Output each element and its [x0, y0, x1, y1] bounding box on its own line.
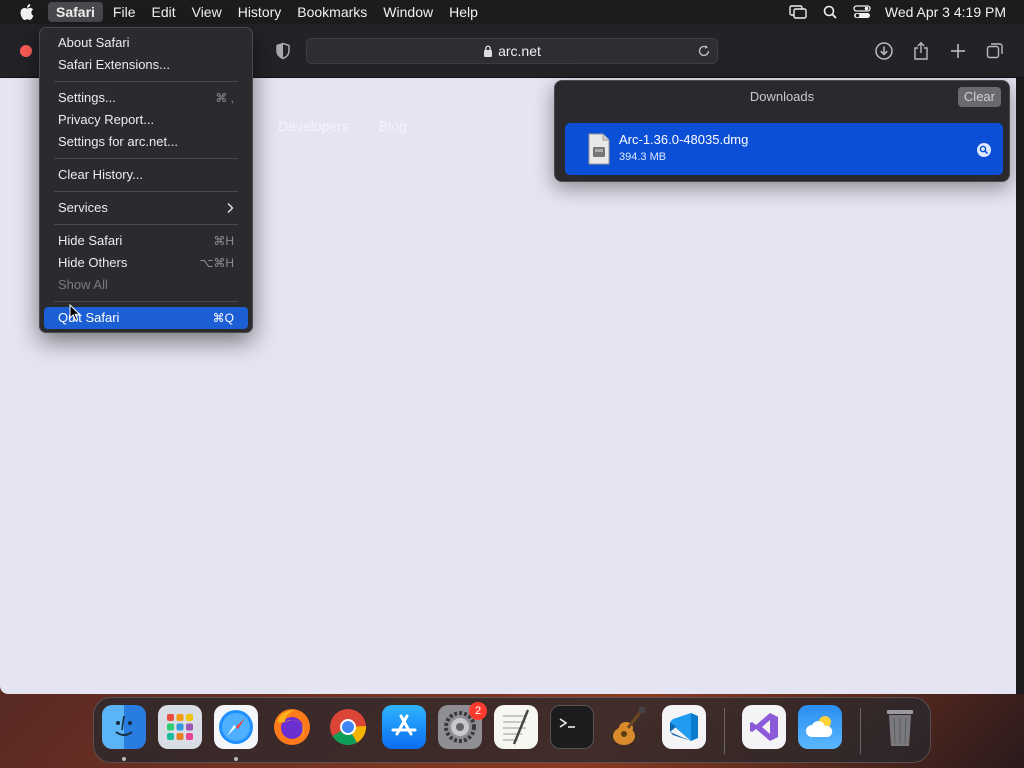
menu-settings-for-site-label: Settings for arc.net... — [58, 134, 178, 149]
mouse-cursor-icon — [69, 304, 81, 322]
menu-view[interactable]: View — [184, 0, 230, 24]
address-url: arc.net — [498, 43, 541, 59]
menu-clear-history-label: Clear History... — [58, 167, 143, 182]
dock-visual-studio-icon[interactable] — [742, 705, 786, 749]
menu-separator — [54, 224, 238, 225]
menu-hide-safari[interactable]: Hide Safari ⌘H — [44, 230, 248, 252]
downloads-icon[interactable] — [874, 41, 894, 61]
menu-services[interactable]: Services — [44, 197, 248, 219]
download-file-name: Arc-1.36.0-48035.dmg — [619, 132, 749, 147]
menu-hide-others-shortcut: ⌥⌘H — [199, 256, 235, 270]
dock-weather-icon[interactable] — [798, 705, 842, 749]
menu-separator — [54, 158, 238, 159]
lock-icon — [484, 45, 493, 57]
dock-firefox-icon[interactable] — [270, 705, 314, 749]
nav-link-blog[interactable]: Blog — [379, 118, 407, 134]
dock-garageband-icon[interactable] — [606, 705, 650, 749]
menu-window[interactable]: Window — [375, 0, 441, 24]
menu-privacy-report-label: Privacy Report... — [58, 112, 155, 127]
new-tab-icon[interactable] — [948, 41, 968, 61]
menu-settings-label: Settings... — [58, 90, 116, 105]
menu-safari-extensions-label: Safari Extensions... — [58, 57, 170, 72]
dock-finder-icon[interactable] — [102, 705, 146, 749]
menu-edit[interactable]: Edit — [143, 0, 183, 24]
reveal-in-finder-icon[interactable] — [977, 143, 991, 157]
menu-about-safari-label: About Safari — [58, 35, 130, 50]
privacy-shield-icon[interactable] — [274, 42, 292, 60]
screen-mirroring-icon[interactable] — [789, 4, 807, 20]
apple-menu-icon[interactable] — [16, 0, 38, 24]
dock-chrome-icon[interactable] — [326, 705, 370, 749]
menu-separator — [54, 191, 238, 192]
nav-link-developers[interactable]: Developers — [278, 118, 349, 134]
dock-app-store-icon[interactable] — [382, 705, 426, 749]
clear-downloads-button[interactable]: Clear — [957, 87, 1001, 107]
dock-trash-icon[interactable] — [878, 705, 922, 749]
share-icon[interactable] — [911, 41, 931, 61]
dock-running-indicator — [122, 757, 126, 761]
menu-safari-extensions[interactable]: Safari Extensions... — [44, 54, 248, 76]
menu-settings-for-site[interactable]: Settings for arc.net... — [44, 131, 248, 153]
menu-show-all: Show All — [44, 274, 248, 296]
page-nav-links: Developers Blog — [278, 118, 407, 134]
menu-services-label: Services — [58, 200, 108, 215]
menu-safari[interactable]: Safari — [48, 2, 103, 22]
menu-show-all-label: Show All — [58, 277, 108, 292]
download-file-size: 394.3 MB — [619, 151, 667, 163]
disk-image-icon — [588, 133, 610, 165]
menu-help[interactable]: Help — [441, 0, 486, 24]
menu-hide-safari-shortcut: ⌘H — [213, 234, 234, 248]
menu-about-safari[interactable]: About Safari — [44, 32, 248, 54]
window-right-edge — [1016, 78, 1024, 694]
menu-hide-others[interactable]: Hide Others ⌥⌘H — [44, 252, 248, 274]
dock-safari-icon[interactable] — [214, 705, 258, 749]
downloads-title: Downloads — [749, 89, 815, 104]
menu-clear-history[interactable]: Clear History... — [44, 164, 248, 186]
window-close-button[interactable] — [20, 45, 32, 57]
dock-separator — [860, 708, 861, 754]
dock-vscode-icon[interactable] — [662, 705, 706, 749]
menu-privacy-report[interactable]: Privacy Report... — [44, 109, 248, 131]
spotlight-search-icon[interactable] — [821, 4, 839, 20]
dock-terminal-icon[interactable] — [550, 705, 594, 749]
dock-launchpad-icon[interactable] — [158, 705, 202, 749]
menu-hide-safari-label: Hide Safari — [58, 233, 123, 248]
menu-separator — [54, 81, 238, 82]
dock-textedit-icon[interactable] — [494, 705, 538, 749]
menu-settings-shortcut: ⌘ , — [215, 91, 234, 105]
download-item[interactable]: Arc-1.36.0-48035.dmg 394.3 MB — [565, 123, 1003, 175]
menu-quit-safari-label: Quit Safari — [58, 310, 120, 325]
system-settings-badge: 2 — [469, 702, 487, 720]
reload-icon[interactable] — [697, 44, 711, 58]
menu-quit-safari-shortcut: ⌘Q — [212, 311, 234, 325]
menu-bar: Safari File Edit View History Bookmarks … — [0, 0, 1024, 24]
menu-hide-others-label: Hide Others — [58, 255, 128, 270]
menu-settings[interactable]: Settings... ⌘ , — [44, 87, 248, 109]
address-bar[interactable]: arc.net — [306, 38, 718, 64]
menu-bookmarks[interactable]: Bookmarks — [289, 0, 375, 24]
menu-separator — [54, 301, 238, 302]
dock-separator — [724, 708, 725, 754]
downloads-popover: Downloads Clear Arc-1.36.0-48035.dmg 394… — [554, 80, 1010, 182]
dock-running-indicator — [234, 757, 238, 761]
menu-file[interactable]: File — [105, 0, 144, 24]
menu-history[interactable]: History — [230, 0, 290, 24]
safari-app-menu: About Safari Safari Extensions... Settin… — [39, 27, 253, 333]
tab-overview-icon[interactable] — [985, 41, 1005, 61]
chevron-right-icon — [227, 202, 234, 214]
dock: 2 — [93, 697, 931, 763]
control-center-icon[interactable] — [853, 4, 871, 20]
menubar-clock[interactable]: Wed Apr 3 4:19 PM — [885, 4, 1006, 20]
